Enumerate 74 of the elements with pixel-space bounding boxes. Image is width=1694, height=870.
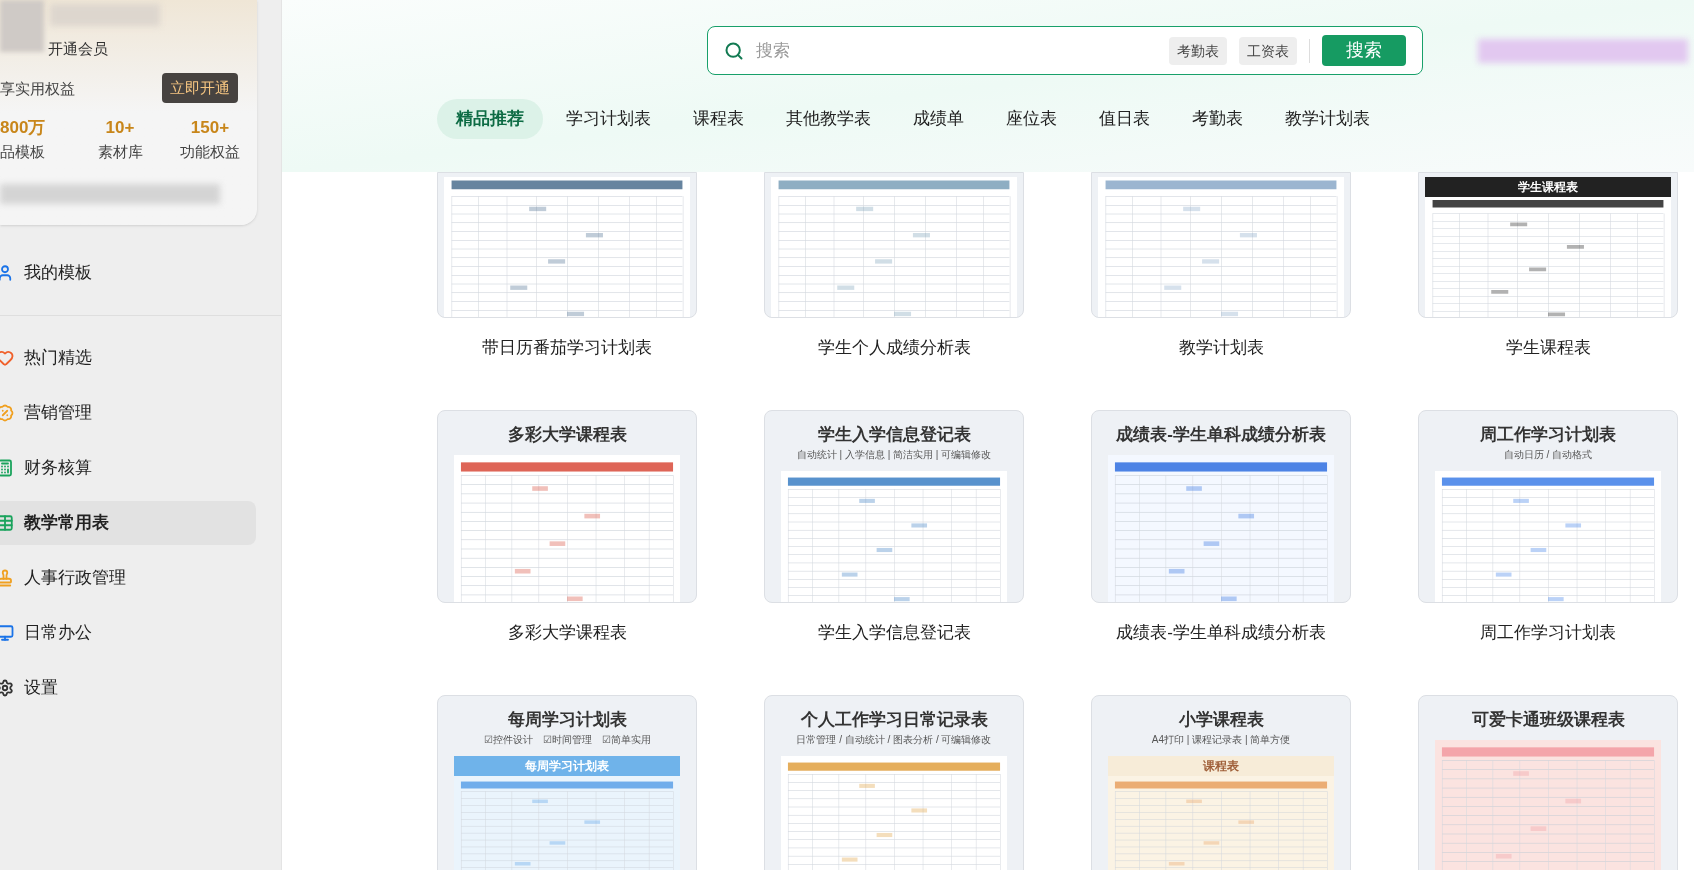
category-tab[interactable]: 座位表 [987,99,1076,139]
stat-label: 素材库 [97,142,143,162]
thumbnail-subtitle: 自动统计 | 入学信息 | 简洁实用 | 可编辑修改 [795,448,993,462]
search-bar[interactable]: 搜索 考勤表 工资表 搜索 [707,26,1423,75]
template-title[interactable]: 多彩大学课程表 [437,621,697,645]
search-input[interactable]: 搜索 [756,37,1157,64]
thumbnail-heading: 可爱卡通班级课程表 [1470,709,1626,731]
stat-label: 功能权益 [180,142,240,162]
thumbnail-heading: 多彩大学课程表 [506,424,628,446]
thumbnail-heading: 周工作学习计划表 [1479,424,1617,446]
sidebar-item[interactable]: 设置 [0,666,256,710]
template-title[interactable]: 周工作学习计划表 [1418,621,1678,645]
suggestion-chip[interactable]: 考勤表 [1169,36,1227,65]
sheet-title: 课程表 [1108,756,1334,776]
thumbnail-subtitle: 日常管理 / 自动统计 / 图表分析 / 可编辑修改 [795,733,993,747]
heart-icon [0,349,14,367]
table-icon [0,514,14,532]
template-thumbnail[interactable]: 个人工作学习日常记录表 日常管理 / 自动统计 / 图表分析 / 可编辑修改 [764,695,1024,870]
member-title: 开通会员 [48,39,108,59]
sheet-title: 学生课程表 [1425,177,1671,197]
stat-value: 10+ [105,117,135,139]
monitor-icon [0,624,14,642]
search-icon [724,40,744,61]
category-tab[interactable]: 其他教学表 [767,99,890,139]
thumbnail-heading: 成绩表-学生单科成绩分析表 [1115,424,1327,446]
thumbnail-heading: 每周学习计划表 [506,709,628,731]
sidebar-item[interactable]: 我的模板 [0,251,256,295]
thumbnail-subtitle: ☑控件设计 ☑时间管理 ☑简单实用 [482,733,652,747]
category-tab[interactable]: 考勤表 [1173,99,1262,139]
stat-value: 150+ [190,117,230,139]
activate-button[interactable]: 立即开通 [162,73,238,103]
thumbnail-subtitle: A4打印 | 课程记录表 | 简单方便 [1150,733,1292,747]
settings-icon [0,679,14,697]
sidebar-item[interactable]: 人事行政管理 [0,556,256,600]
search-button[interactable]: 搜索 [1322,35,1406,66]
sidebar-item[interactable]: 财务核算 [0,446,256,490]
template-thumbnail[interactable]: 每周学习计划表 ☑控件设计 ☑时间管理 ☑简单实用 每周学习计划表 [437,695,697,870]
sidebar-item[interactable]: 热门精选 [0,336,256,380]
template-thumbnail[interactable]: 可爱卡通班级课程表 [1418,695,1678,870]
category-tab[interactable]: 精品推荐 [437,99,543,139]
thumbnail-heading: 个人工作学习日常记录表 [799,709,989,731]
category-tab[interactable]: 值日表 [1080,99,1169,139]
template-thumbnail[interactable]: 多彩大学课程表 [437,410,697,603]
badge-icon [0,404,14,422]
sidebar-item[interactable]: 营销管理 [0,391,256,435]
thumbnail-subtitle: 自动日历 / 自动格式 [1502,448,1594,462]
sidebar-item[interactable]: 日常办公 [0,611,256,655]
person-icon [0,264,14,282]
calculator-icon [0,459,14,477]
stat-value: 800万 [0,117,46,139]
category-tab[interactable]: 学习计划表 [547,99,670,139]
category-tab[interactable]: 教学计划表 [1266,99,1389,139]
category-tab[interactable]: 课程表 [674,99,763,139]
template-title[interactable]: 学生个人成绩分析表 [764,336,1024,360]
template-title[interactable]: 成绩表-学生单科成绩分析表 [1091,621,1351,645]
sidebar-item[interactable]: 教学常用表 [0,501,256,545]
template-title[interactable]: 学生入学信息登记表 [764,621,1024,645]
promo-text: 享实用权益 [0,79,75,99]
template-thumbnail[interactable]: 成绩表-学生单科成绩分析表 [1091,410,1351,603]
template-title[interactable]: 带日历番茄学习计划表 [437,336,697,360]
thumbnail-heading: 学生入学信息登记表 [816,424,972,446]
template-thumbnail[interactable]: 周工作学习计划表 自动日历 / 自动格式 [1418,410,1678,603]
template-thumbnail[interactable]: 学生课程表 [1418,172,1678,318]
stamp-icon [0,569,14,587]
template-title[interactable]: 学生课程表 [1418,336,1678,360]
category-tab[interactable]: 成绩单 [894,99,983,139]
blurred-avatar [0,0,44,52]
thumbnail-heading: 小学课程表 [1177,709,1265,731]
template-thumbnail[interactable]: 学生入学信息登记表 自动统计 | 入学信息 | 简洁实用 | 可编辑修改 [764,410,1024,603]
stat-label: 品模板 [0,142,45,162]
sheet-title: 每周学习计划表 [454,756,680,776]
template-title[interactable]: 教学计划表 [1091,336,1351,360]
template-thumbnail[interactable]: 小学课程表 A4打印 | 课程记录表 | 简单方便 课程表 [1091,695,1351,870]
suggestion-chip[interactable]: 工资表 [1239,36,1297,65]
